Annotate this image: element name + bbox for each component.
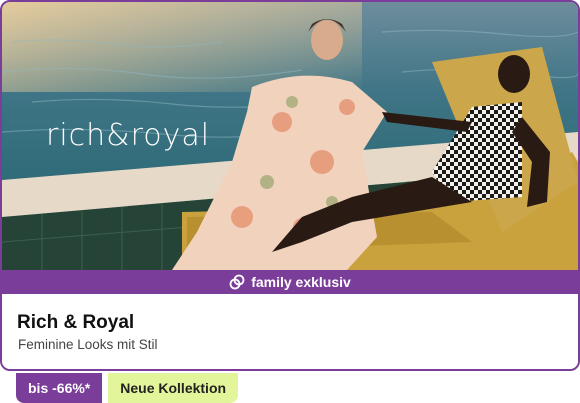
brand-title: Rich & Royal: [17, 312, 135, 333]
card-info[interactable]: Rich & Royal Feminine Looks mit Stil: [2, 294, 578, 369]
badges: bis -66%* Neue Kollektion: [16, 373, 239, 403]
discount-badge: bis -66%*: [16, 373, 103, 403]
brand-card[interactable]: rich&royal family exklusiv Rich & Royal …: [0, 0, 580, 371]
family-exclusive-label: family exklusiv: [251, 274, 351, 290]
brand-logo: rich&royal: [46, 118, 211, 153]
brand-subtitle: Feminine Looks mit Stil: [18, 337, 158, 352]
new-collection-badge: Neue Kollektion: [108, 373, 239, 403]
family-rings-icon: [229, 273, 245, 291]
hero-image[interactable]: rich&royal: [2, 2, 578, 270]
family-exclusive-banner: family exklusiv: [2, 270, 578, 294]
